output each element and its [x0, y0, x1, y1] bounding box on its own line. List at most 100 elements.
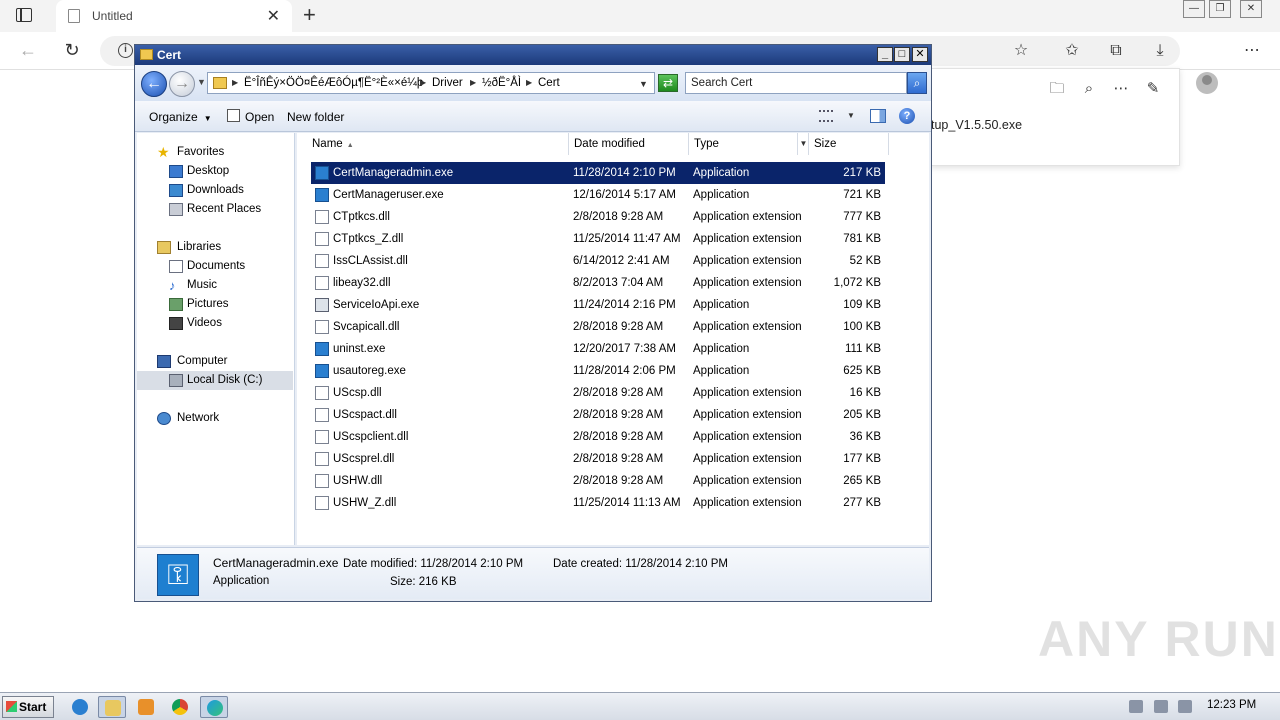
- maximize-button[interactable]: □: [894, 47, 910, 62]
- nav-documents[interactable]: Documents: [137, 257, 293, 276]
- action-center-flag-icon[interactable]: [1178, 700, 1192, 713]
- chevron-down-icon[interactable]: ▼: [639, 79, 648, 89]
- file-size: 52 KB: [849, 255, 881, 267]
- table-row[interactable]: CertManageradmin.exe 11/28/2014 2:10 PM Ap…: [311, 162, 885, 184]
- nav-recent-places[interactable]: Recent Places: [137, 200, 293, 219]
- nav-downloads[interactable]: Downloads: [137, 181, 293, 200]
- nav-libraries[interactable]: Libraries: [137, 238, 293, 257]
- nav-desktop[interactable]: Desktop: [137, 162, 293, 181]
- open-folder-icon[interactable]: 🗀: [1047, 79, 1067, 99]
- file-name: usautoreg.exe: [333, 365, 406, 377]
- nav-local-disk[interactable]: Local Disk (C:): [137, 371, 293, 390]
- column-header-size[interactable]: Size: [809, 133, 889, 155]
- download-filename[interactable]: tup_V1.5.50.exe: [931, 118, 1022, 132]
- edge-taskbar-icon[interactable]: [200, 696, 228, 718]
- breadcrumb-item[interactable]: Cert: [538, 77, 560, 89]
- nav-label: Documents: [187, 260, 246, 272]
- pin-icon[interactable]: ✎: [1143, 79, 1163, 99]
- browser-restore-button[interactable]: ❐: [1209, 0, 1231, 18]
- add-favorite-icon[interactable]: ☆: [1009, 39, 1033, 63]
- more-icon[interactable]: ⋯: [1240, 39, 1264, 63]
- refresh-icon[interactable]: ↻: [60, 38, 84, 62]
- close-button[interactable]: ✕: [912, 47, 928, 62]
- breadcrumb-separator-icon[interactable]: ▶: [420, 78, 426, 87]
- explorer-taskbar-icon[interactable]: [98, 696, 126, 718]
- avatar[interactable]: [1196, 72, 1218, 94]
- nav-pictures[interactable]: Pictures: [137, 295, 293, 314]
- clock[interactable]: 12:23 PM: [1207, 699, 1256, 711]
- breadcrumb-item[interactable]: ½ðË°ÅÌ: [482, 77, 521, 89]
- organize-button[interactable]: Organize ▼: [149, 110, 212, 124]
- table-row[interactable]: UScsp.dll 2/8/2018 9:28 AM Application ext…: [311, 382, 885, 404]
- new-tab-button[interactable]: +: [303, 3, 316, 27]
- back-arrow-icon[interactable]: ←: [16, 38, 40, 62]
- table-row[interactable]: UScspclient.dll 2/8/2018 9:28 AM Applicati…: [311, 426, 885, 448]
- nav-videos[interactable]: Videos: [137, 314, 293, 333]
- breadcrumb-separator-icon[interactable]: ▶: [526, 78, 532, 87]
- details-filename: CertManageradmin.exe: [213, 556, 339, 570]
- nav-favorites[interactable]: ★ Favorites: [137, 143, 293, 162]
- file-date-modified: 12/16/2014 5:17 AM: [573, 189, 676, 201]
- tab-close-icon[interactable]: ✕: [267, 6, 280, 26]
- browser-minimize-button[interactable]: —: [1183, 0, 1205, 18]
- breadcrumb-item[interactable]: Driver: [432, 77, 463, 89]
- nav-computer[interactable]: Computer: [137, 352, 293, 371]
- change-view-icon[interactable]: [819, 110, 833, 122]
- column-header-name[interactable]: Name ▲: [297, 133, 569, 155]
- minimize-button[interactable]: _: [877, 47, 893, 62]
- help-icon[interactable]: ?: [899, 108, 915, 124]
- breadcrumb-item[interactable]: Ë°ÎñÊý×ÖÖ¤ÊéÆôÓµ¶Ë°²È«×é¼þ: [244, 77, 423, 89]
- internet-explorer-taskbar-icon[interactable]: [66, 696, 94, 718]
- folder-icon: [105, 700, 121, 716]
- start-button[interactable]: Start: [2, 696, 54, 718]
- breadcrumb-separator-icon[interactable]: ▶: [470, 78, 476, 87]
- table-row[interactable]: UScspact.dll 2/8/2018 9:28 AM Application …: [311, 404, 885, 426]
- table-row[interactable]: uninst.exe 12/20/2017 7:38 AM Application 1…: [311, 338, 885, 360]
- table-row[interactable]: CTptkcs.dll 2/8/2018 9:28 AM Application e…: [311, 206, 885, 228]
- history-dropdown-icon[interactable]: ▼: [197, 77, 206, 87]
- open-icon: [227, 109, 240, 122]
- open-button[interactable]: Open: [245, 110, 274, 124]
- chevron-down-icon[interactable]: ▼: [847, 111, 855, 120]
- table-row[interactable]: IssCLAssist.dll 6/14/2012 2:41 AM Applicat…: [311, 250, 885, 272]
- forward-button[interactable]: →: [169, 71, 195, 97]
- file-name: UScsprel.dll: [333, 453, 395, 465]
- tab-actions-icon[interactable]: [16, 8, 32, 22]
- table-row[interactable]: USHW_Z.dll 11/25/2014 11:13 AM Application…: [311, 492, 885, 514]
- explorer-titlebar[interactable]: Cert _ □ ✕: [135, 45, 931, 65]
- preview-pane-icon[interactable]: [870, 109, 886, 123]
- new-folder-button[interactable]: New folder: [287, 110, 344, 124]
- info-icon[interactable]: i: [118, 43, 133, 58]
- search-icon[interactable]: ⌕: [907, 72, 927, 94]
- table-row[interactable]: CTptkcs_Z.dll 11/25/2014 11:47 AM Applicat…: [311, 228, 885, 250]
- nav-network[interactable]: Network: [137, 409, 293, 428]
- back-button[interactable]: ←: [141, 71, 167, 97]
- column-header-type[interactable]: Type: [689, 133, 809, 155]
- refresh-button[interactable]: ⇄: [658, 74, 678, 92]
- more-icon[interactable]: ⋯: [1111, 79, 1131, 99]
- breadcrumb[interactable]: ▶ Ë°ÎñÊý×ÖÖ¤ÊéÆôÓµ¶Ë°²È«×é¼þ ▶ Driver ▶ …: [207, 72, 655, 94]
- table-row[interactable]: libeay32.dll 8/2/2013 7:04 AM Application …: [311, 272, 885, 294]
- browser-close-button[interactable]: ✕: [1240, 0, 1262, 18]
- table-row[interactable]: CertManageruser.exe 12/16/2014 5:17 AM App…: [311, 184, 885, 206]
- volume-icon[interactable]: [1129, 700, 1143, 713]
- music-icon: ♪: [169, 278, 176, 293]
- table-row[interactable]: Svcapicall.dll 2/8/2018 9:28 AM Applicatio…: [311, 316, 885, 338]
- media-player-taskbar-icon[interactable]: [132, 696, 160, 718]
- nav-music[interactable]: ♪ Music: [137, 276, 293, 295]
- chrome-taskbar-icon[interactable]: [166, 696, 194, 718]
- column-header-date[interactable]: Date modified: [569, 133, 689, 155]
- table-row[interactable]: ServiceIoApi.exe 11/24/2014 2:16 PM Applic…: [311, 294, 885, 316]
- table-row[interactable]: UScsprel.dll 2/8/2018 9:28 AM Application …: [311, 448, 885, 470]
- table-row[interactable]: USHW.dll 2/8/2018 9:28 AM Application exte…: [311, 470, 885, 492]
- browser-tab[interactable]: Untitled ✕: [56, 0, 292, 32]
- chevron-down-icon[interactable]: ▼: [797, 133, 809, 155]
- search-input[interactable]: Search Cert: [685, 72, 907, 94]
- downloads-folder-icon: [169, 184, 183, 197]
- network-tray-icon[interactable]: [1154, 700, 1168, 713]
- search-icon[interactable]: ⌕: [1079, 79, 1099, 99]
- table-row[interactable]: usautoreg.exe 11/28/2014 2:06 PM Applicati…: [311, 360, 885, 382]
- collections-icon[interactable]: ⧉: [1104, 39, 1128, 63]
- breadcrumb-separator-icon[interactable]: ▶: [232, 78, 238, 87]
- favorites-icon[interactable]: ✩: [1060, 39, 1084, 63]
